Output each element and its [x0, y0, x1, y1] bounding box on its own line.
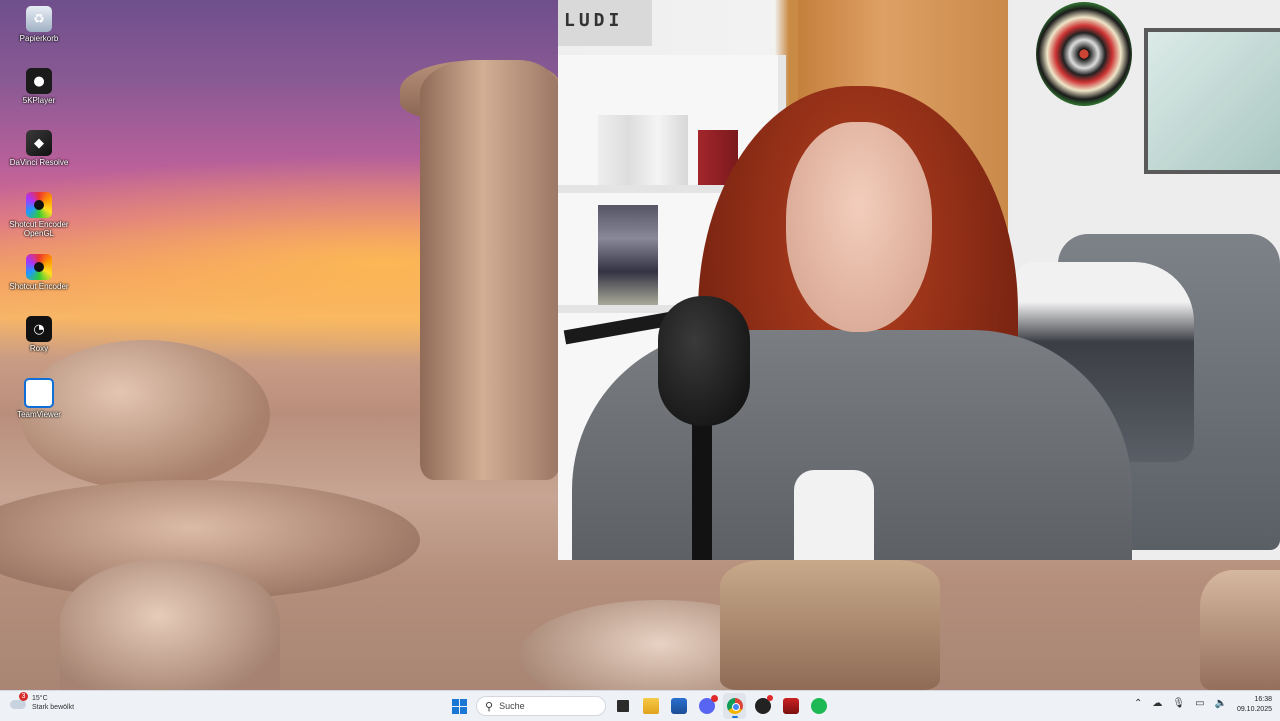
desktop-icon-davinci-resolve[interactable]: ◆ DaVinci Resolve: [8, 128, 70, 190]
person-face: [786, 122, 932, 332]
active-indicator: [731, 716, 738, 718]
letter-board: LUDI: [558, 0, 652, 46]
roxy-icon: ◔: [26, 316, 52, 342]
person-shirt: [794, 470, 874, 560]
desktop-icon-5kplayer[interactable]: ● 5KPlayer: [8, 66, 70, 128]
desktop-icon-label: Shotcut Encoder: [9, 282, 69, 291]
weather-text: 15°C Stark bewölkt: [32, 694, 74, 712]
system-tray: ⌃ ☁ 🎙 ▭ 🔈: [1134, 698, 1227, 709]
task-view-button[interactable]: [611, 693, 634, 719]
clock-date: 09.10.2025: [1236, 706, 1272, 713]
books: [598, 115, 688, 185]
desktop-icon-label: DaVinci Resolve: [9, 158, 69, 167]
rock-formation: [720, 560, 940, 690]
microsoft-store-icon: [670, 698, 687, 714]
chrome-button[interactable]: [723, 693, 746, 719]
discord-button[interactable]: [695, 693, 718, 719]
search-input[interactable]: ⚲ Suche: [476, 696, 606, 716]
5kplayer-icon: ●: [26, 68, 52, 94]
desktop-icon-label: 5KPlayer: [22, 96, 56, 105]
microphone: [658, 296, 750, 426]
teamviewer-icon: ⇄: [24, 378, 54, 408]
taskbar: 3 15°C Stark bewölkt ⚲ Suche ⌃ ☁ 🎙 ▭ 🔈 1…: [0, 690, 1280, 721]
notification-badge: 3: [19, 692, 28, 701]
weather-widget[interactable]: 3 15°C Stark bewölkt: [10, 692, 74, 712]
monitor-icon[interactable]: ▭: [1195, 698, 1204, 709]
desktop-icon-teamviewer[interactable]: ⇄ TeamViewer: [8, 376, 70, 438]
desktop-icon-label: TeamViewer: [17, 410, 61, 419]
speaker-icon[interactable]: 🔈: [1215, 698, 1227, 709]
desktop-icon-recycle-bin[interactable]: ♻ Papierkorb: [8, 4, 70, 66]
microsoft-store-button[interactable]: [667, 693, 690, 719]
task-view-icon: [616, 700, 629, 712]
davinci-icon: [782, 698, 799, 714]
desktop-icon-column: ♻ Papierkorb ● 5KPlayer ◆ DaVinci Resolv…: [8, 4, 70, 438]
obs-icon: [754, 695, 773, 714]
windows-icon: [452, 698, 467, 714]
start-button[interactable]: [448, 693, 471, 719]
cloud-shape: [10, 700, 26, 709]
desktop-icon-label: Papierkorb: [19, 34, 59, 43]
webcam-overlay: LUDI: [558, 0, 1280, 560]
rock-formation: [420, 60, 560, 480]
desktop-icon-label: Shotcut Encoder OpenGL: [9, 220, 69, 238]
davinci-resolve-icon: ◆: [26, 130, 52, 156]
weather-temperature: 15°C: [32, 695, 48, 702]
microphone-stand: [692, 420, 712, 560]
clock[interactable]: 16:38 09.10.2025: [1228, 695, 1272, 715]
file-explorer-icon: [642, 698, 659, 714]
spotify-button[interactable]: [807, 693, 830, 719]
dartboard: [1036, 2, 1132, 106]
chrome-icon: [726, 698, 743, 714]
rock-formation: [60, 560, 280, 700]
books: [598, 205, 658, 305]
rock-formation: [1200, 570, 1280, 690]
clock-time: 16:38: [1254, 696, 1272, 703]
chevron-up-icon[interactable]: ⌃: [1134, 698, 1142, 709]
search-placeholder: Suche: [499, 701, 525, 711]
discord-icon: [698, 695, 718, 714]
file-explorer-button[interactable]: [639, 693, 662, 719]
desktop-icon-label: Roxy: [29, 344, 49, 353]
letter-board-text: LUDI: [564, 10, 624, 31]
obs-button[interactable]: [751, 693, 774, 719]
wall-picture: [1144, 28, 1280, 174]
desktop-icon-roxy[interactable]: ◔ Roxy: [8, 314, 70, 376]
taskbar-center: ⚲ Suche: [448, 693, 830, 719]
desktop-icon-shotcut[interactable]: Shotcut Encoder: [8, 252, 70, 314]
microphone-icon[interactable]: 🎙: [1172, 698, 1185, 709]
davinci-button[interactable]: [779, 693, 802, 719]
recycle-bin-icon: ♻: [26, 6, 52, 32]
spotify-icon: [810, 698, 827, 714]
shotcut-icon: [26, 254, 52, 280]
cloud-icon: 3: [10, 692, 28, 710]
desktop-icon-shotcut-opengl[interactable]: Shotcut Encoder OpenGL: [8, 190, 70, 252]
shotcut-icon: [26, 192, 52, 218]
cloud-icon[interactable]: ☁: [1152, 698, 1162, 709]
search-icon: ⚲: [485, 699, 494, 713]
weather-condition: Stark bewölkt: [32, 704, 75, 711]
